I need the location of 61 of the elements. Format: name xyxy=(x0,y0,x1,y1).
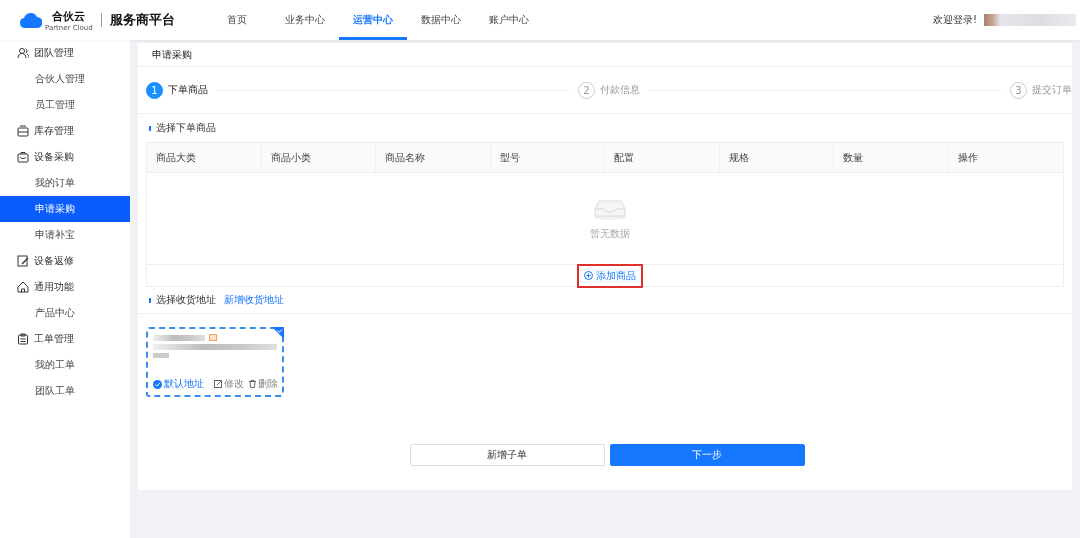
column-header: 商品小类 xyxy=(261,143,376,172)
step-label: 付款信息 xyxy=(600,83,640,97)
sidebar-item[interactable]: 设备采购 xyxy=(0,144,130,170)
step-label: 提交订单 xyxy=(1032,83,1072,97)
add-product-button[interactable]: 添加商品 xyxy=(577,263,643,288)
column-header: 商品大类 xyxy=(147,143,262,172)
edit-icon xyxy=(17,255,29,267)
sidebar-subitem[interactable]: 我的工单 xyxy=(0,352,130,378)
sidebar-item[interactable]: 工单管理 xyxy=(0,326,130,352)
welcome-text: 欢迎登录! xyxy=(933,13,977,27)
sidebar-subitem[interactable]: 申请采购 xyxy=(0,196,130,222)
sidebar-subitem[interactable]: 产品中心 xyxy=(0,300,130,326)
sidebar-item[interactable]: 团队管理 xyxy=(0,40,130,66)
sidebar-subitem[interactable]: 我的订单 xyxy=(0,170,130,196)
cloud-logo-icon xyxy=(20,12,42,28)
sidebar-subitem[interactable]: 合伙人管理 xyxy=(0,66,130,92)
sidebar-item[interactable]: 通用功能 xyxy=(0,274,130,300)
section-title: 选择收货地址 xyxy=(156,293,216,307)
sidebar-item[interactable]: 设备返修 xyxy=(0,248,130,274)
section-marker xyxy=(149,297,151,303)
sidebar-item[interactable]: 库存管理 xyxy=(0,118,130,144)
nav-tab[interactable]: 业务中心 xyxy=(270,0,339,40)
box-icon xyxy=(17,125,29,137)
blurred-tag xyxy=(209,334,217,341)
sidebar-subitem[interactable]: 团队工单 xyxy=(0,378,130,404)
step-number: 1 xyxy=(146,81,163,99)
next-step-button[interactable]: 下一步 xyxy=(609,444,805,466)
step-label: 下单商品 xyxy=(168,83,208,97)
sidebar-subitem[interactable]: 申请补宝 xyxy=(0,222,130,248)
empty-text: 暂无数据 xyxy=(590,227,630,241)
default-address-label: 默认地址 xyxy=(153,377,204,391)
nav-tab[interactable]: 首页 xyxy=(202,0,271,40)
nav-tab[interactable]: 账户中心 xyxy=(474,0,543,40)
logo-name: 合伙云 xyxy=(52,8,86,24)
section-marker xyxy=(149,125,151,131)
bag-icon xyxy=(17,151,29,163)
edit-link[interactable]: 修改 xyxy=(214,377,244,391)
blurred-name xyxy=(153,334,205,341)
column-header: 型号 xyxy=(490,143,605,172)
column-header: 商品名称 xyxy=(376,143,491,172)
trash-icon xyxy=(249,380,256,388)
selected-corner-icon xyxy=(272,327,284,339)
blurred-address xyxy=(153,353,169,358)
sidebar-subitem[interactable]: 员工管理 xyxy=(0,92,130,118)
delete-link[interactable]: 删除 xyxy=(249,377,278,391)
edit-icon xyxy=(214,380,222,388)
column-header: 操作 xyxy=(956,150,979,165)
plus-circle-icon xyxy=(584,271,593,280)
nav-tab[interactable]: 数据中心 xyxy=(406,0,475,40)
platform-title: 服务商平台 xyxy=(109,11,175,29)
section-title: 选择下单商品 xyxy=(156,121,216,135)
home-icon xyxy=(17,281,29,293)
add-address-link[interactable]: 新增收货地址 xyxy=(224,293,284,307)
users-icon xyxy=(17,47,29,59)
column-header: 数量 xyxy=(834,143,949,172)
column-header: 规格 xyxy=(719,143,834,172)
page-title: 申请采购 xyxy=(152,47,192,62)
column-header: 配置 xyxy=(605,143,720,172)
clipboard-icon xyxy=(17,333,29,345)
address-card[interactable]: 默认地址 修改 删除 xyxy=(146,327,284,397)
add-suborder-button[interactable]: 新增子单 xyxy=(409,444,605,466)
